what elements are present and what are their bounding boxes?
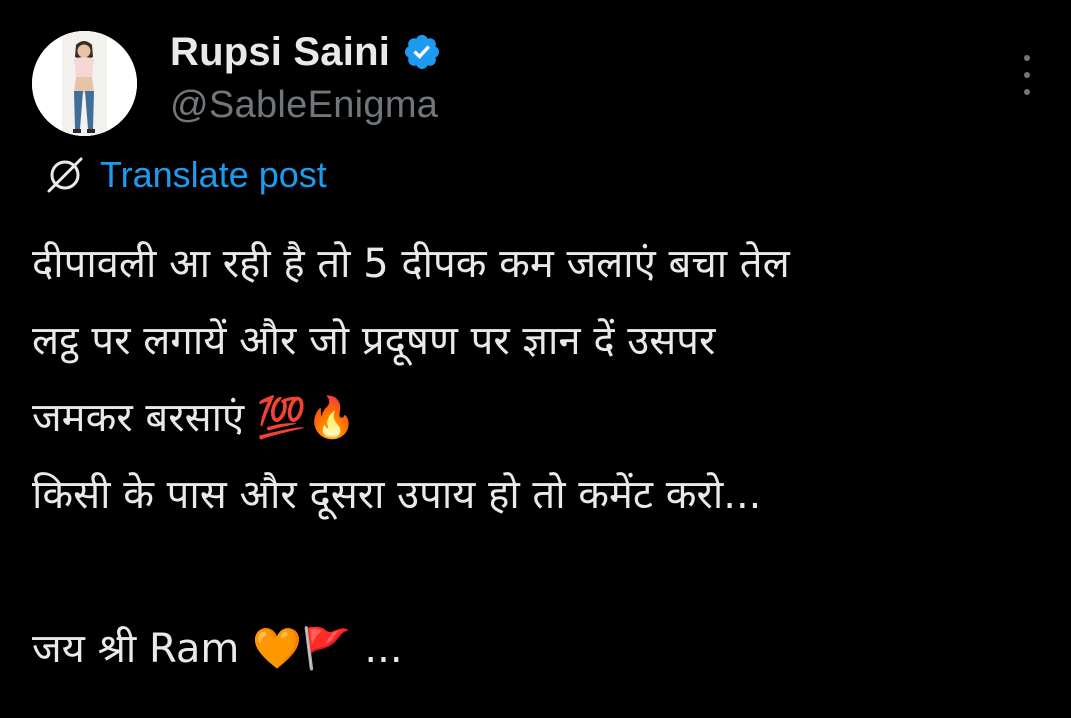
name-row: Rupsi Saini (170, 26, 442, 78)
post-text-line[interactable]: जय श्री Ram 🧡🚩 ... (32, 611, 1042, 688)
post-card: Rupsi Saini @SableEnigma Translate post … (0, 0, 1071, 718)
author-block: Rupsi Saini @SableEnigma (170, 26, 442, 127)
post-text-blank-line (32, 534, 1042, 611)
post-text-line: लट्ठ पर लगायें और जो प्रदूषण पर ज्ञान दे… (32, 318, 716, 364)
avatar[interactable] (32, 31, 137, 136)
post-text: दीपावली आ रही है तो 5 दीपक कम जलाएं बचा … (32, 226, 1042, 688)
translate-icon (42, 152, 88, 198)
translate-post-link[interactable]: Translate post (42, 152, 327, 198)
more-options-button[interactable] (1012, 55, 1042, 95)
translate-post-label: Translate post (100, 154, 327, 195)
post-text-line: दीपावली आ रही है तो 5 दीपक कम जलाएं बचा … (32, 241, 790, 287)
more-vertical-icon (1024, 55, 1030, 61)
handle[interactable]: @SableEnigma (170, 84, 442, 127)
more-vertical-icon-dot (1024, 89, 1030, 95)
more-vertical-icon-dot (1024, 72, 1030, 78)
post-text-line: जमकर बरसाएं 💯🔥 (32, 395, 357, 441)
avatar-image (32, 31, 137, 136)
post-text-line: किसी के पास और दूसरा उपाय हो तो कमेंट कर… (32, 472, 762, 518)
verified-badge-icon (402, 32, 442, 72)
display-name[interactable]: Rupsi Saini (170, 30, 390, 75)
